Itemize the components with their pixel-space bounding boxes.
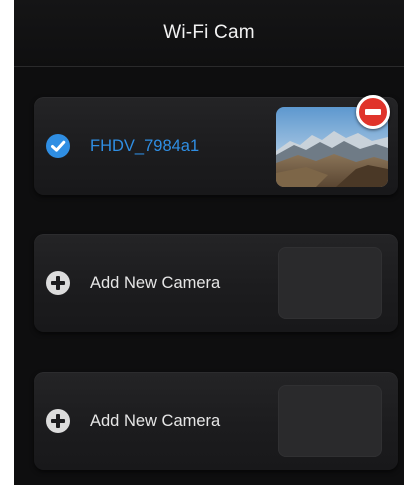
page-title: Wi-Fi Cam bbox=[163, 22, 255, 43]
add-camera-card[interactable]: Add New Camera bbox=[34, 372, 398, 470]
remove-camera-button[interactable] bbox=[356, 95, 390, 129]
plus-circle-icon bbox=[46, 271, 70, 295]
camera-card-connected[interactable]: FHDV_7984a1 bbox=[34, 97, 398, 195]
navigation-bar: Wi-Fi Cam bbox=[14, 0, 404, 67]
add-camera-label: Add New Camera bbox=[90, 412, 221, 430]
add-camera-label: Add New Camera bbox=[90, 274, 221, 292]
app-screen: Wi-Fi Cam FHDV_7984a1 Add New Camera Add… bbox=[14, 0, 404, 485]
minus-circle-icon bbox=[365, 109, 381, 115]
plus-circle-icon bbox=[46, 409, 70, 433]
thumbnail-placeholder bbox=[278, 385, 382, 457]
checkmark-icon bbox=[46, 134, 70, 158]
add-camera-card[interactable]: Add New Camera bbox=[34, 234, 398, 332]
camera-name: FHDV_7984a1 bbox=[90, 137, 200, 155]
thumbnail-placeholder bbox=[278, 247, 382, 319]
